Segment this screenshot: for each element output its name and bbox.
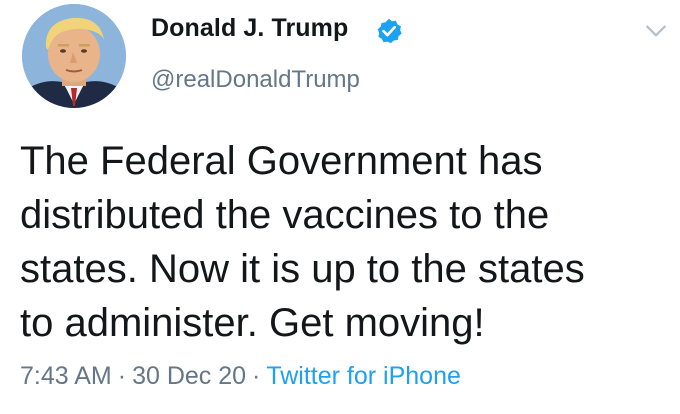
- chevron-down-icon[interactable]: [643, 18, 669, 44]
- tweet-text: The Federal Government has distributed t…: [20, 139, 585, 345]
- tweet-meta: 7:43 AM · 30 Dec 20 · Twitter for iPhone: [20, 362, 461, 391]
- tweet-date[interactable]: 30 Dec 20: [132, 362, 246, 390]
- verified-badge-icon: [377, 18, 402, 44]
- author-name[interactable]: Donald J. Trump: [151, 14, 348, 43]
- profile-photo-icon: [22, 4, 126, 108]
- meta-separator: ·: [252, 362, 261, 390]
- tweet-time[interactable]: 7:43 AM: [20, 362, 112, 390]
- tweet-card: Donald J. Trump @realDonaldTrump The Fed…: [0, 0, 680, 414]
- tweet-source-link[interactable]: Twitter for iPhone: [266, 362, 461, 390]
- meta-separator: ·: [117, 362, 127, 390]
- author-handle[interactable]: @realDonaldTrump: [151, 66, 360, 94]
- avatar[interactable]: [22, 4, 126, 108]
